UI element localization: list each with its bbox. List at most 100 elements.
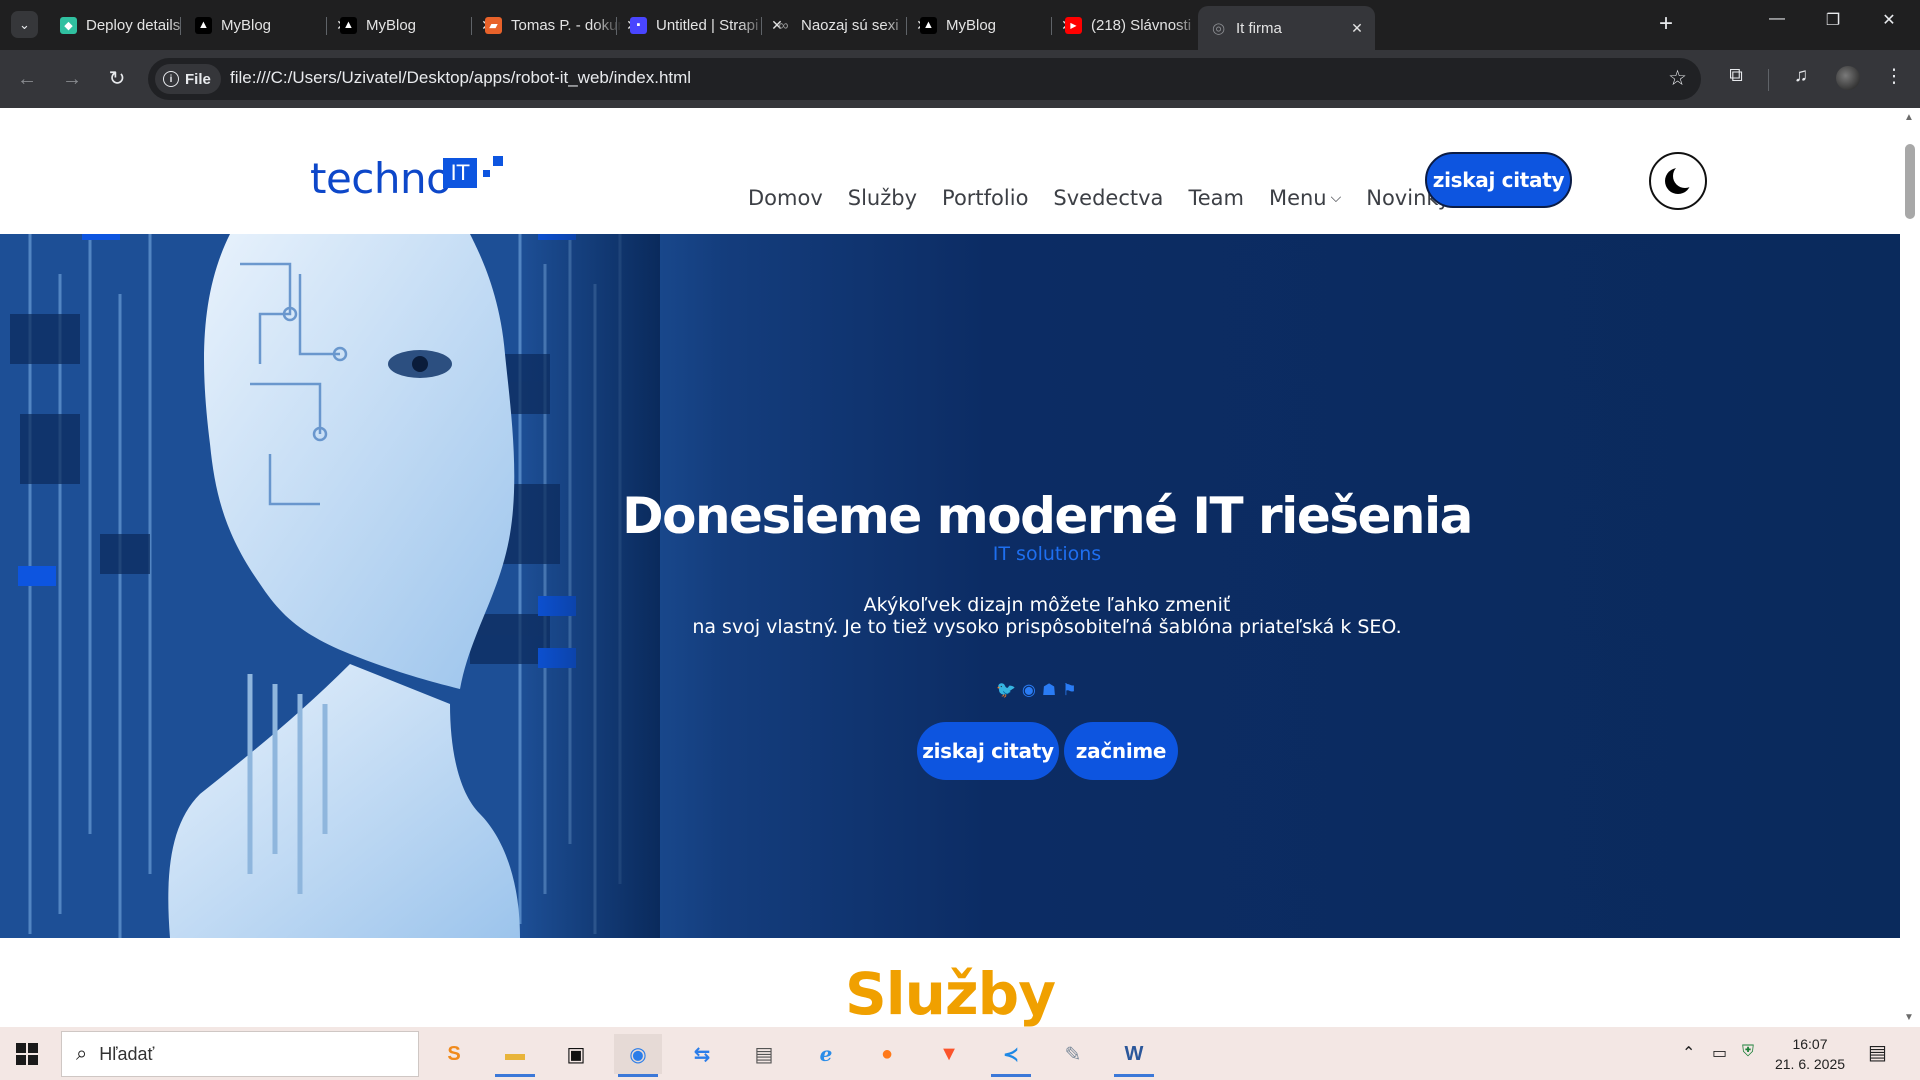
tab-it-firma[interactable]: ◎ It firma ✕: [1198, 6, 1375, 50]
deploy-icon: ◆: [60, 16, 77, 34]
infinity-icon: ∞: [778, 17, 789, 33]
sublime-text-icon[interactable]: S: [430, 1034, 478, 1074]
youtube-icon: ▶: [1065, 16, 1082, 34]
hero-desc-line: Akýkoľvek dizajn môžete ľahko zmeniť: [863, 594, 1231, 616]
hero-title: Donesieme moderné IT riešenia: [622, 487, 1473, 545]
nav-portfolio[interactable]: Portfolio: [942, 186, 1028, 210]
globe-icon: ◎: [1211, 20, 1226, 37]
clock-time: 16:07: [1792, 1036, 1828, 1052]
scroll-down-icon[interactable]: ▼: [1904, 1012, 1914, 1023]
brave-icon[interactable]: ▼: [925, 1034, 973, 1074]
tab-title: MyBlog: [946, 16, 997, 34]
security-shield-icon[interactable]: ⛨: [1742, 1043, 1754, 1061]
restore-icon[interactable]: ❐: [1818, 10, 1848, 30]
windows-start-icon[interactable]: [16, 1043, 38, 1065]
tab-separator: [180, 17, 181, 35]
hero-start-button[interactable]: začnime: [1064, 722, 1178, 780]
paint-icon[interactable]: ✎: [1049, 1034, 1097, 1074]
social-links: 🐦 ◉ ☗ ⚑: [996, 680, 1077, 700]
snapchat-icon[interactable]: ☗: [1042, 680, 1056, 700]
nav-team[interactable]: Team: [1188, 186, 1244, 210]
firefox-icon[interactable]: ●: [863, 1034, 911, 1074]
theme-toggle-button[interactable]: [1649, 152, 1707, 210]
myblog-icon: ▲: [195, 16, 212, 34]
minimize-icon[interactable]: —: [1762, 10, 1792, 28]
file-explorer-icon[interactable]: ▬: [491, 1034, 539, 1077]
tab-separator: [616, 17, 617, 35]
nav-domov[interactable]: Domov: [748, 186, 823, 210]
messenger-icon[interactable]: ◉: [1022, 680, 1036, 700]
search-icon: ⌕: [76, 1042, 88, 1065]
header-quote-button[interactable]: ziskaj citaty: [1425, 152, 1572, 208]
bookmark-star-icon[interactable]: ☆: [1668, 66, 1687, 91]
site-info-chip[interactable]: i File: [155, 64, 221, 94]
remote-desktop-icon[interactable]: ▤: [740, 1034, 788, 1074]
tab-search-button[interactable]: ⌄: [11, 11, 38, 38]
toolbar-separator: [1768, 69, 1769, 91]
search-placeholder: Hľadať: [99, 1043, 155, 1064]
nav-svedectva[interactable]: Svedectva: [1053, 186, 1163, 210]
nav-menu-dropdown[interactable]: Menu ⌵: [1269, 186, 1341, 210]
chevron-down-icon: ⌵: [1330, 190, 1342, 206]
url-text[interactable]: file:///C:/Users/Uzivatel/Desktop/apps/r…: [230, 68, 691, 88]
logo-square: [483, 170, 490, 177]
extensions-icon[interactable]: ⧉: [1722, 65, 1750, 87]
tray-chevron-icon[interactable]: ⌃: [1682, 1043, 1695, 1063]
tab-title: Tomas P. - dokumenty: [511, 16, 622, 34]
site-logo[interactable]: techno: [310, 154, 452, 203]
teamviewer-icon[interactable]: ⇆: [678, 1034, 726, 1074]
chip-label: File: [185, 70, 211, 88]
robot-head-illustration: [0, 234, 660, 938]
reload-icon[interactable]: ↻: [104, 66, 130, 92]
myblog-icon: ▲: [340, 16, 357, 34]
terminal-icon[interactable]: ▣: [552, 1034, 600, 1074]
close-tab-icon[interactable]: ✕: [1347, 20, 1367, 37]
word-icon[interactable]: W: [1110, 1034, 1158, 1077]
browser-menu-icon[interactable]: ⋮: [1880, 65, 1908, 88]
address-bar[interactable]: i File file:///C:/Users/Uzivatel/Desktop…: [148, 58, 1701, 100]
page-scrollbar[interactable]: ▲ ▼: [1900, 108, 1920, 1027]
tab-title: Naozaj sú sexi: [801, 16, 899, 34]
profile-avatar[interactable]: [1836, 66, 1860, 90]
clock-date: 21. 6. 2025: [1774, 1056, 1846, 1072]
logo-it-badge: IT: [443, 158, 477, 188]
scroll-up-icon[interactable]: ▲: [1904, 112, 1914, 123]
taskbar-clock[interactable]: 16:07 21. 6. 2025: [1770, 1034, 1850, 1074]
strapi-icon: ▪: [630, 16, 647, 34]
nav-sluzby[interactable]: Služby: [848, 186, 917, 210]
tab-separator: [471, 17, 472, 35]
back-icon[interactable]: ←: [14, 66, 40, 92]
tab-title: It firma: [1236, 19, 1282, 37]
close-window-icon[interactable]: ✕: [1874, 10, 1904, 30]
forward-icon[interactable]: →: [59, 66, 85, 92]
new-tab-button[interactable]: +: [1652, 12, 1680, 36]
notifications-icon[interactable]: ▤: [1868, 1040, 1887, 1065]
hero-section: Donesieme moderné IT riešenia IT solutio…: [0, 234, 1900, 938]
hero-description: Akýkoľvek dizajn môžete ľahko zmeniť na …: [0, 594, 1900, 638]
tab-separator: [326, 17, 327, 35]
scrollbar-thumb[interactable]: [1905, 144, 1915, 219]
tab-strip: ⌄ ◆ Deploy details ✕ ▲ MyBlog ✕ ▲ MyBlog…: [0, 0, 1920, 50]
tab-title: (218) Slávnosti: [1091, 16, 1192, 34]
meet-icon[interactable]: ▭: [1712, 1043, 1727, 1063]
vscode-icon[interactable]: ≺: [987, 1034, 1035, 1077]
myblog-icon: ▲: [920, 16, 937, 34]
taskbar-search[interactable]: ⌕ Hľadať: [61, 1031, 419, 1077]
tab-title: Untitled | Strapi: [656, 16, 759, 34]
logo-square: [493, 156, 503, 166]
tab-title: MyBlog: [366, 16, 417, 34]
playstation-icon[interactable]: ⚑: [1062, 680, 1076, 700]
hero-quote-button[interactable]: ziskaj citaty: [917, 722, 1059, 780]
hero-subtitle: IT solutions: [992, 543, 1102, 565]
browser-toolbar: ← → ↻ i File file:///C:/Users/Uzivatel/D…: [0, 50, 1920, 108]
info-icon: i: [163, 71, 179, 87]
media-controls-icon[interactable]: ♫: [1787, 65, 1815, 87]
main-nav: Domov Služby Portfolio Svedectva Team Me…: [748, 186, 1450, 210]
internet-explorer-icon[interactable]: ℯ: [802, 1034, 850, 1074]
chrome-icon[interactable]: ◉: [614, 1034, 662, 1077]
tab-separator: [761, 17, 762, 35]
moon-icon: [1665, 164, 1697, 194]
tab-separator: [906, 17, 907, 35]
page-viewport: techno IT Domov Služby Portfolio Svedect…: [0, 108, 1920, 1027]
twitter-icon[interactable]: 🐦: [996, 680, 1016, 700]
